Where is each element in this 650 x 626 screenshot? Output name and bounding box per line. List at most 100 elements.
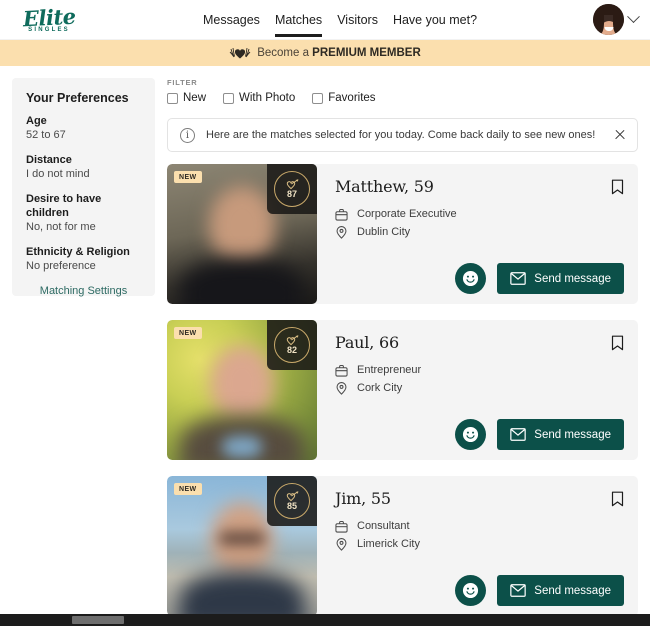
filter-heading: FILTER	[167, 78, 198, 87]
avatar[interactable]	[593, 4, 624, 35]
match-name: Jim, 55	[335, 489, 391, 508]
checkbox-icon[interactable]	[312, 92, 324, 104]
match-score-badge: 85	[267, 476, 317, 526]
scrollbar-thumb[interactable]	[72, 616, 124, 624]
match-location-row: Limerick City	[335, 535, 624, 553]
preference-ethnicity-religion: Ethnicity & Religion No preference	[26, 245, 141, 273]
info-banner: i Here are the matches selected for you …	[167, 118, 638, 152]
match-occupation-row: Consultant	[335, 517, 624, 535]
smiley-icon	[463, 582, 479, 599]
premium-banner[interactable]: Become a PREMIUM MEMBER	[0, 40, 650, 66]
location-pin-icon	[336, 225, 347, 239]
filter-label-new: New	[183, 92, 207, 104]
table-row[interactable]: NEW 87 Matthew, 59 Corporate Executive D…	[167, 164, 638, 304]
table-row[interactable]: NEW 85 Jim, 55 Consultant Limerick City …	[167, 476, 638, 616]
briefcase-icon	[335, 520, 348, 533]
send-message-label: Send message	[534, 584, 611, 597]
chevron-down-icon[interactable]	[627, 10, 640, 24]
smiley-button[interactable]	[455, 575, 487, 606]
info-icon: i	[180, 127, 195, 143]
filter-with-photo[interactable]: With Photo	[223, 92, 295, 104]
match-score-value: 87	[286, 189, 297, 199]
bookmark-icon[interactable]	[611, 179, 624, 200]
send-message-button[interactable]: Send message	[497, 263, 624, 294]
match-info: Jim, 55 Consultant Limerick City Send me…	[317, 476, 638, 616]
match-meta: Entrepreneur Cork City	[335, 361, 624, 397]
match-photo[interactable]: NEW 85	[167, 476, 317, 616]
preference-distance: Distance I do not mind	[26, 153, 141, 181]
match-score-badge: 87	[267, 164, 317, 214]
preference-age: Age 52 to 67	[26, 114, 141, 142]
match-occupation: Entrepreneur	[357, 364, 422, 376]
table-row[interactable]: NEW 82 Paul, 66 Entrepreneur Cork City S…	[167, 320, 638, 460]
smiley-icon	[463, 426, 479, 443]
checkbox-icon[interactable]	[167, 92, 178, 104]
horizontal-scrollbar[interactable]	[0, 614, 650, 626]
smiley-icon	[463, 270, 479, 287]
send-message-label: Send message	[534, 428, 611, 441]
match-actions: Send message	[335, 575, 624, 606]
preference-label: Distance	[26, 154, 72, 166]
status-badge: NEW	[174, 171, 202, 183]
nav-item-have-you-met[interactable]: Have you met?	[393, 0, 477, 40]
preference-label: Age	[26, 115, 47, 127]
match-meta: Consultant Limerick City	[335, 517, 624, 553]
close-icon[interactable]	[613, 128, 627, 142]
nav-item-visitors[interactable]: Visitors	[337, 0, 378, 40]
match-name: Matthew, 59	[335, 177, 434, 196]
match-photo[interactable]: NEW 87	[167, 164, 317, 304]
checkbox-icon[interactable]	[223, 92, 235, 104]
match-info: Paul, 66 Entrepreneur Cork City Send mes…	[317, 320, 638, 460]
app-header: Elite SINGLES Messages Matches Visitors …	[0, 0, 650, 40]
preferences-sidebar: Your Preferences Age 52 to 67 Distance I…	[12, 78, 155, 297]
nav-item-messages[interactable]: Messages	[203, 0, 260, 40]
status-badge: NEW	[174, 327, 202, 339]
bookmark-icon[interactable]	[611, 491, 624, 512]
match-location-row: Cork City	[335, 379, 624, 397]
match-score-value: 82	[286, 345, 297, 355]
envelope-icon	[510, 428, 527, 441]
match-actions: Send message	[335, 419, 624, 450]
send-message-button[interactable]: Send message	[497, 575, 624, 606]
preference-children: Desire to have children No, not for me	[26, 192, 141, 234]
preference-value: No preference	[26, 260, 96, 272]
filter-new[interactable]: New	[167, 92, 206, 104]
preference-value: 52 to 67	[26, 129, 66, 141]
match-location: Limerick City	[357, 538, 420, 550]
status-badge: NEW	[174, 483, 202, 495]
preference-label: Desire to have children	[26, 193, 102, 219]
match-meta: Corporate Executive Dublin City	[335, 205, 624, 241]
heart-wreath-icon	[229, 47, 251, 60]
filter-bar: New With Photo Favorites	[167, 92, 638, 104]
match-actions: Send message	[335, 263, 624, 294]
premium-banner-text: Become a PREMIUM MEMBER	[257, 47, 421, 59]
smiley-button[interactable]	[455, 263, 487, 294]
match-name: Paul, 66	[335, 333, 399, 352]
account-menu[interactable]	[593, 4, 640, 35]
match-occupation: Corporate Executive	[357, 208, 457, 220]
matching-settings-link[interactable]: Matching Settings	[26, 285, 141, 297]
smiley-button[interactable]	[455, 419, 487, 450]
nav-item-matches[interactable]: Matches	[274, 0, 323, 40]
match-score-badge: 82	[267, 320, 317, 370]
match-photo[interactable]: NEW 82	[167, 320, 317, 460]
filter-label-with-photo: With Photo	[239, 92, 296, 104]
match-location: Cork City	[357, 382, 403, 394]
match-location: Dublin City	[357, 226, 411, 238]
preference-label: Ethnicity & Religion	[26, 246, 130, 258]
logo[interactable]: Elite SINGLES	[14, 3, 84, 36]
bookmark-icon[interactable]	[611, 335, 624, 356]
location-pin-icon	[336, 537, 347, 551]
match-occupation-row: Entrepreneur	[335, 361, 624, 379]
match-info: Matthew, 59 Corporate Executive Dublin C…	[317, 164, 638, 304]
info-banner-text: Here are the matches selected for you to…	[206, 129, 596, 141]
preference-value: I do not mind	[26, 168, 90, 180]
filter-favorites[interactable]: Favorites	[312, 92, 376, 104]
envelope-icon	[510, 272, 527, 285]
match-occupation: Consultant	[357, 520, 410, 532]
location-pin-icon	[336, 381, 347, 395]
preference-value: No, not for me	[26, 221, 96, 233]
send-message-button[interactable]: Send message	[497, 419, 624, 450]
briefcase-icon	[335, 364, 348, 377]
match-score-value: 85	[286, 501, 297, 511]
